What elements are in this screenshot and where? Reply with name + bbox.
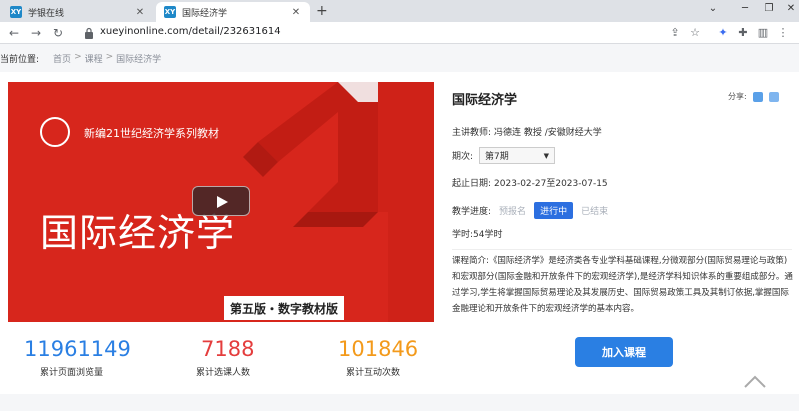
stat-pageviews-value: 11961149 xyxy=(24,337,131,361)
tab-search-icon[interactable]: ⌄ xyxy=(706,3,720,14)
course-title: 国际经济学 xyxy=(452,93,518,108)
address-bar[interactable]: xueyinonline.com/detail/232631614 xyxy=(100,26,281,37)
hours-row: 学时: 54学时 xyxy=(452,227,503,240)
reload-icon[interactable]: ↻ xyxy=(50,25,66,41)
site-favicon-icon: XY xyxy=(10,6,22,18)
join-course-button[interactable]: 加入课程 xyxy=(575,337,673,367)
menu-kebab-icon[interactable]: ⋮ xyxy=(776,26,790,40)
bookmark-star-icon[interactable]: ☆ xyxy=(688,26,702,40)
share-label: 分享: xyxy=(728,92,747,101)
extension-bird-icon[interactable]: ✦ xyxy=(716,26,730,40)
stat-interactions-value: 101846 xyxy=(338,337,419,361)
play-button[interactable] xyxy=(192,186,250,216)
progress-row: 教学进度: 预报名 进行中 已结束 xyxy=(452,202,608,219)
status-preregister: 预报名 xyxy=(499,207,527,217)
dates-value: 2023-02-27至2023-07-15 xyxy=(494,179,608,189)
divider xyxy=(452,249,792,250)
stat-interactions-label: 累计互动次数 xyxy=(346,368,401,378)
browser-toolbar: ← → ↻ xueyinonline.com/detail/232631614 … xyxy=(0,22,799,44)
dropdown-arrow-icon: ▼ xyxy=(543,151,550,160)
close-window-icon[interactable]: ✕ xyxy=(784,3,798,14)
browser-tab-1[interactable]: XY 学银在线 ✕ xyxy=(2,2,154,22)
breadcrumb-label: 当前位置: xyxy=(0,55,40,65)
breadcrumb-separator: > xyxy=(74,52,82,62)
status-ended: 已结束 xyxy=(581,207,609,217)
breadcrumb-courses-link[interactable]: 课程 xyxy=(85,52,103,65)
teacher-row: 主讲教师: 冯德连 教授 /安徽财经大学 xyxy=(452,125,602,138)
share-qzone-icon[interactable] xyxy=(768,91,779,102)
cover-series-text: 新编21世纪经济学系列教材 xyxy=(84,127,219,140)
dates-row: 起止日期: 2023-02-27至2023-07-15 xyxy=(452,176,608,189)
summary-text: 《国际经济学》是经济类各专业学科基础课程,分微观部分(国际贸易理论与政策)和宏观… xyxy=(452,256,793,314)
extensions-puzzle-icon[interactable]: ✚ xyxy=(736,26,750,40)
browser-tab-bar: XY 学银在线 ✕ XY 国际经济学 ✕ + ⌄ ─ ❐ ✕ xyxy=(0,0,799,22)
stat-enrollments-value: 7188 xyxy=(201,337,255,361)
tab-title: 国际经济学 xyxy=(182,8,228,19)
close-tab-icon[interactable]: ✕ xyxy=(134,7,146,18)
share-group: 分享: xyxy=(728,91,779,102)
browser-tab-2[interactable]: XY 国际经济学 ✕ xyxy=(156,2,310,22)
play-icon xyxy=(217,196,228,208)
close-tab-icon[interactable]: ✕ xyxy=(290,7,302,18)
tab-title: 学银在线 xyxy=(28,8,65,19)
breadcrumb-current: 国际经济学 xyxy=(116,55,162,65)
breadcrumb-home-link[interactable]: 首页 xyxy=(53,52,71,65)
scroll-to-top-icon[interactable] xyxy=(743,374,767,390)
teacher-label: 主讲教师: xyxy=(452,128,492,138)
new-tab-icon[interactable]: + xyxy=(316,3,328,19)
period-select-value: 第7期 xyxy=(485,152,509,162)
minimize-icon[interactable]: ─ xyxy=(738,3,752,14)
site-favicon-icon: XY xyxy=(164,6,176,18)
maximize-icon[interactable]: ❐ xyxy=(762,3,776,14)
status-in-progress: 进行中 xyxy=(534,202,574,219)
dates-label: 起止日期: xyxy=(452,179,492,189)
back-icon[interactable]: ← xyxy=(6,25,22,41)
hours-value: 54学时 xyxy=(473,230,503,240)
share-page-icon[interactable]: ⇪ xyxy=(668,26,682,40)
hours-label: 学时: xyxy=(452,230,474,240)
period-label: 期次: xyxy=(452,152,474,162)
summary-label: 课程简介: xyxy=(452,256,489,266)
teacher-value: 冯德连 教授 /安徽财经大学 xyxy=(494,128,602,138)
stat-enrollments-label: 累计选课人数 xyxy=(196,368,251,378)
share-qq-icon[interactable] xyxy=(752,91,763,102)
period-row: 期次: 第7期 ▼ xyxy=(452,147,556,164)
cover-edition-badge: 第五版・数字教材版 xyxy=(224,296,344,320)
stat-pageviews-label: 累计页面浏览量 xyxy=(40,368,104,378)
forward-icon[interactable]: → xyxy=(28,25,44,41)
progress-label: 教学进度: xyxy=(452,207,492,217)
publisher-logo-icon xyxy=(40,117,70,147)
breadcrumb-separator: > xyxy=(105,52,114,62)
side-panel-icon[interactable]: ▥ xyxy=(756,26,770,40)
course-summary: 课程简介:《国际经济学》是经济类各专业学科基础课程,分微观部分(国际贸易理论与政… xyxy=(452,253,795,317)
period-select[interactable]: 第7期 ▼ xyxy=(479,147,556,164)
lock-icon[interactable] xyxy=(84,27,94,39)
breadcrumb: 当前位置: 首页 > 课程 > 国际经济学 xyxy=(0,52,161,65)
